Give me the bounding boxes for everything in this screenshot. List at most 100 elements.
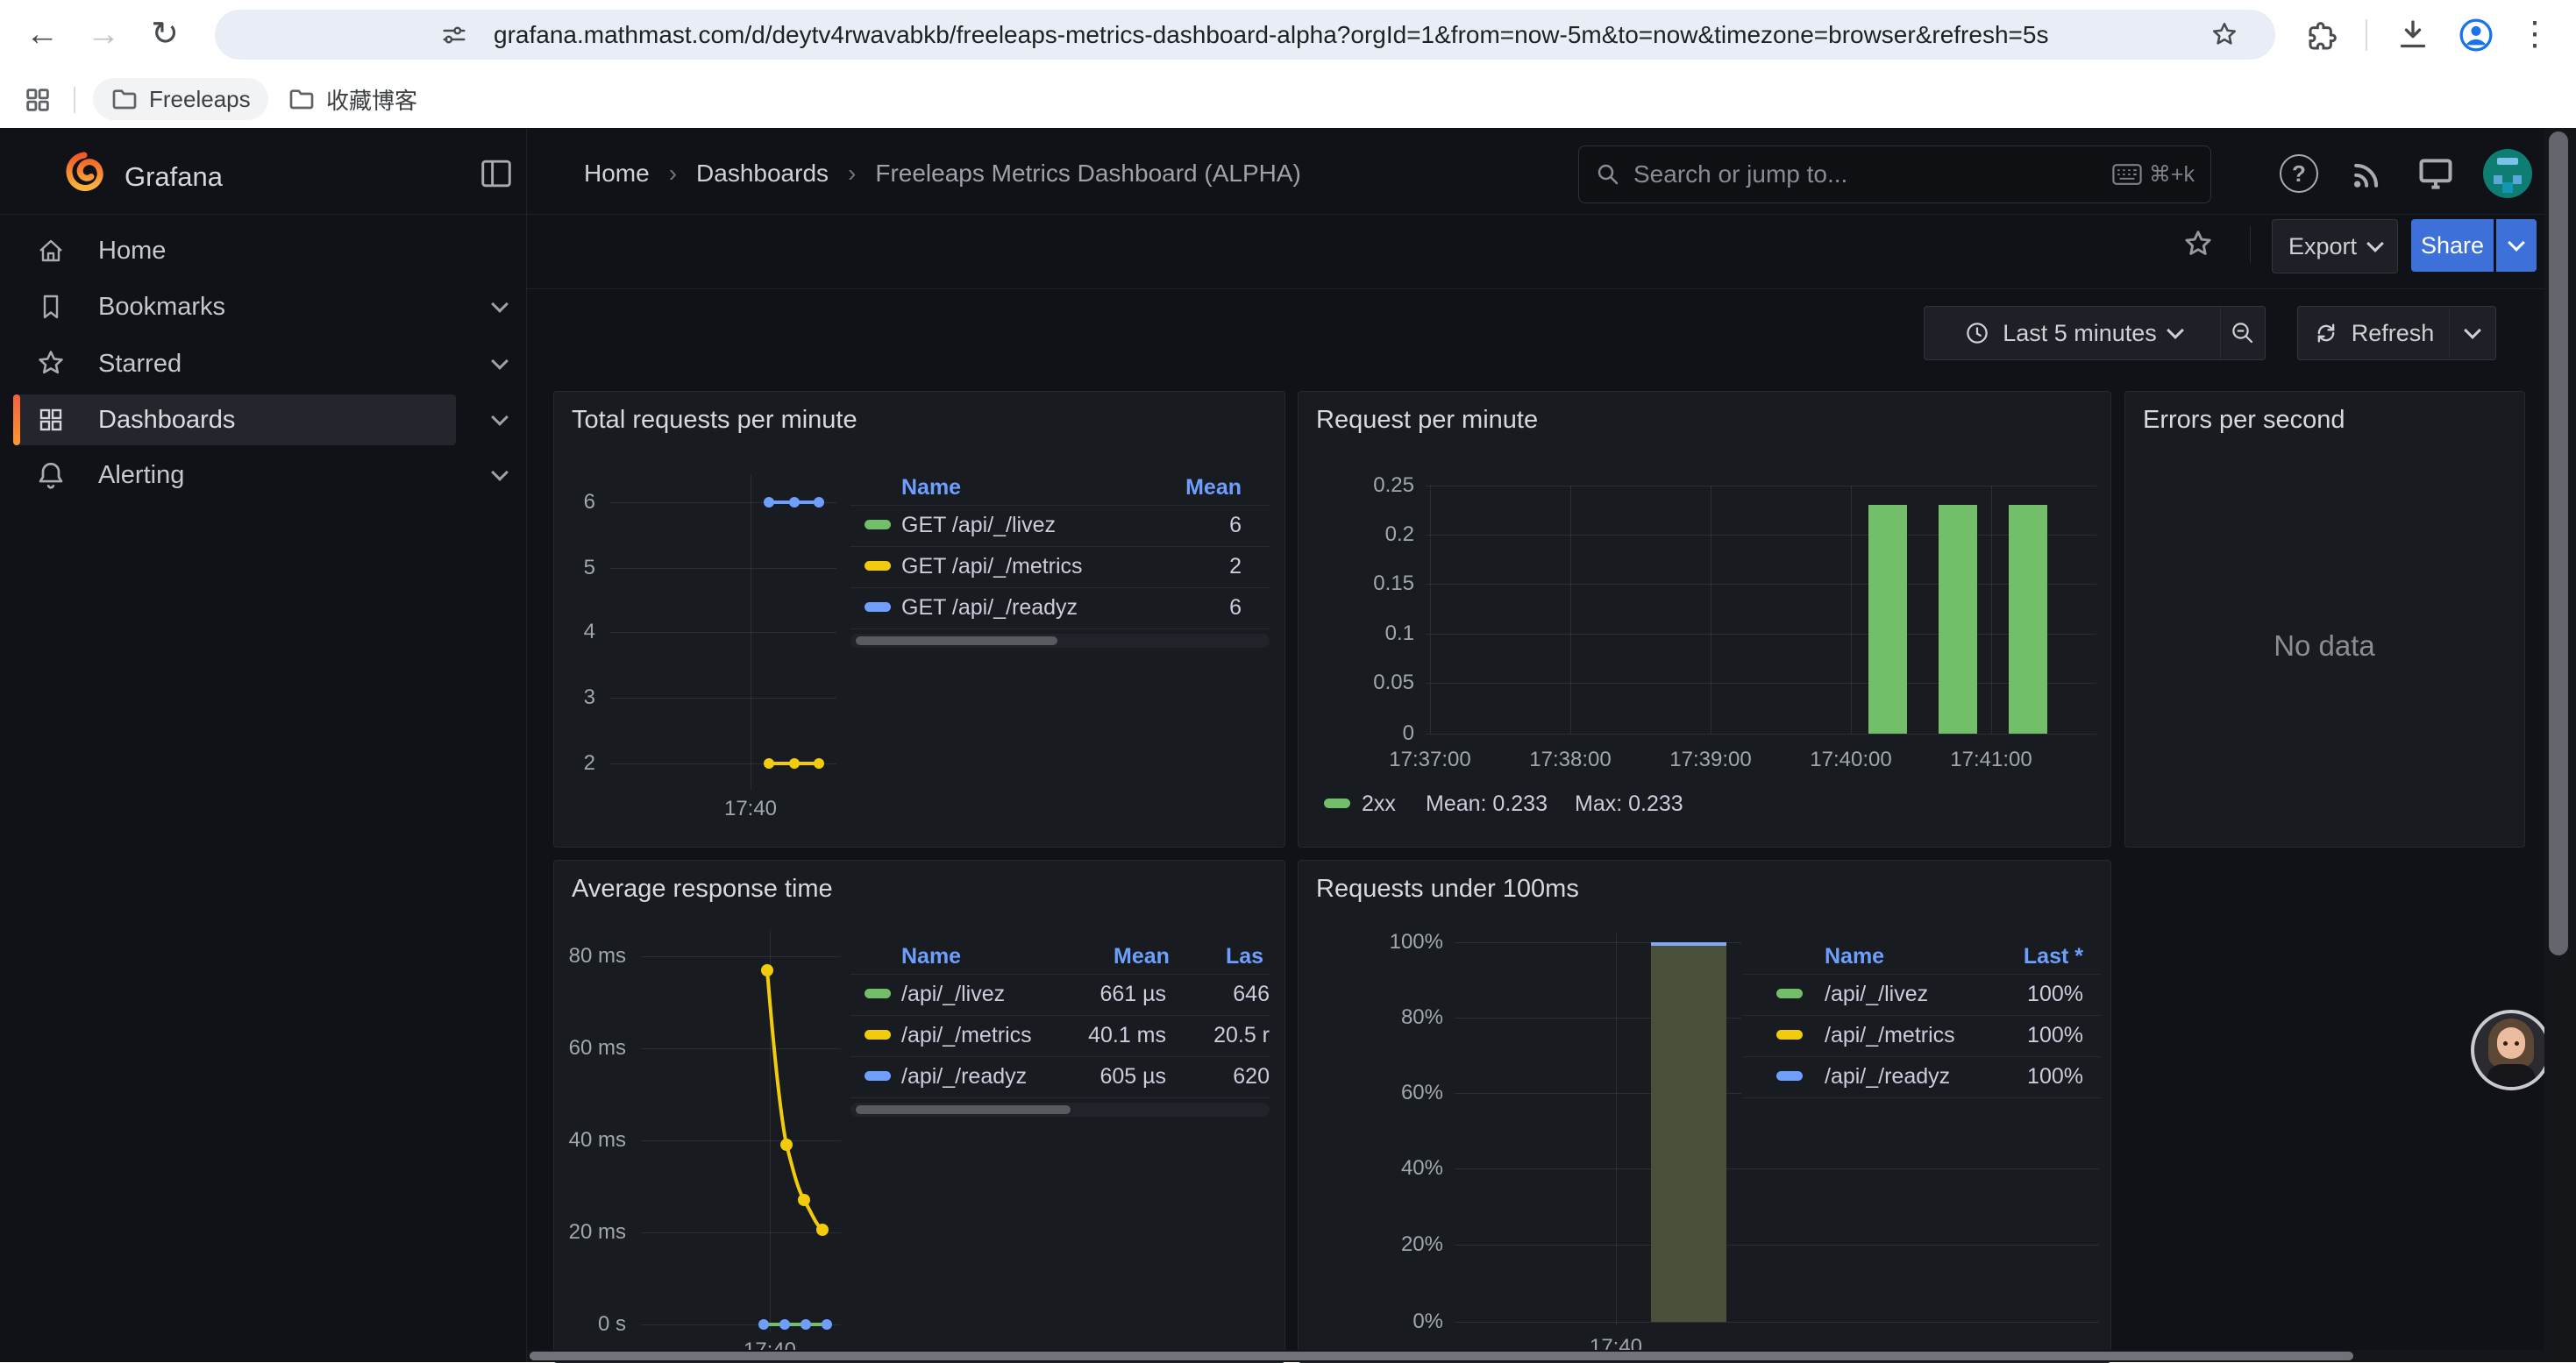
user-avatar[interactable]	[2483, 149, 2532, 198]
legend-row-label[interactable]: /api/_/readyz	[901, 1064, 1027, 1090]
legend-row-label[interactable]: /api/_/readyz	[1825, 1064, 1950, 1090]
series-swatch	[1776, 1071, 1803, 1081]
share-dropdown-button[interactable]	[2496, 219, 2537, 272]
y-tick: 100%	[1390, 930, 1443, 955]
refresh-interval-dropdown[interactable]	[2449, 306, 2496, 360]
favorite-star-icon[interactable]	[2181, 228, 2215, 261]
bell-icon	[35, 459, 67, 491]
legend-row-label[interactable]: /api/_/metrics	[901, 1023, 1032, 1048]
legend-row-label[interactable]: /api/_/livez	[901, 982, 1005, 1007]
panel-request-per-minute: Request per minute 0.25 0.2 0.15 0.1 0.0…	[1298, 391, 2111, 848]
bookmarks-separator	[74, 87, 75, 113]
panel-title[interactable]: Errors per second	[2143, 406, 2345, 435]
legend-scrollbar[interactable]	[850, 1103, 1270, 1117]
legend-scrollbar[interactable]	[850, 634, 1270, 648]
legend-row-value: 100%	[2027, 1023, 2083, 1048]
site-settings-icon[interactable]	[441, 22, 467, 48]
breadcrumb-dashboards[interactable]: Dashboards	[696, 160, 829, 188]
legend-row-label[interactable]: /api/_/livez	[1825, 982, 1928, 1007]
extensions-icon[interactable]	[2302, 18, 2337, 53]
legend-row-value: 2	[1229, 554, 1242, 579]
breadcrumb-home[interactable]: Home	[584, 160, 650, 188]
y-tick: 0.15	[1373, 571, 1414, 596]
time-range-picker[interactable]: Last 5 minutes	[1924, 306, 2222, 360]
folder-icon	[110, 85, 139, 113]
vertical-scrollbar[interactable]	[2544, 128, 2576, 1362]
breadcrumb-current: Freeleaps Metrics Dashboard (ALPHA)	[875, 160, 1301, 188]
sidebar-toggle-icon[interactable]	[480, 160, 512, 188]
toolbar-separator	[2366, 19, 2367, 51]
sidebar-divider	[526, 128, 527, 1362]
legend-series-label[interactable]: 2xx	[1362, 792, 1396, 817]
address-bar[interactable]: grafana.mathmast.com/d/deytv4rwavabkb/fr…	[215, 10, 2275, 60]
series-swatch	[865, 989, 891, 998]
sidebar-item-home[interactable]: Home	[13, 225, 456, 276]
sidebar-item-alerting[interactable]: Alerting	[13, 450, 456, 500]
legend-header-last[interactable]: Las	[1226, 944, 1263, 969]
export-button[interactable]: Export	[2272, 219, 2398, 273]
legend-header-name[interactable]: Name	[901, 475, 961, 500]
series-swatch	[865, 561, 891, 571]
legend-row-label[interactable]: GET /api/_/livez	[901, 513, 1056, 538]
refresh-icon	[2313, 320, 2339, 346]
y-tick: 0%	[1413, 1310, 1443, 1334]
refresh-button[interactable]: Refresh	[2297, 306, 2450, 360]
back-icon[interactable]: ←	[16, 0, 68, 69]
legend-header-name[interactable]: Name	[1825, 944, 1884, 969]
apps-grid-icon[interactable]	[23, 85, 53, 115]
profile-icon[interactable]	[2457, 16, 2495, 54]
actions-separator	[2250, 226, 2251, 263]
sidebar-item-dashboards[interactable]: Dashboards	[13, 394, 456, 445]
x-tick: 17:40:00	[1810, 748, 1891, 772]
chevron-down-icon[interactable]	[491, 408, 509, 426]
zoom-out-button[interactable]	[2220, 306, 2266, 360]
download-icon[interactable]	[2395, 18, 2430, 53]
search-shortcut: ⌘+k	[2149, 161, 2195, 188]
chevron-down-icon[interactable]	[491, 352, 509, 370]
legend-row-mean: 661 µs	[1078, 982, 1166, 1007]
chevron-down-icon	[2366, 235, 2384, 252]
browser-menu-icon[interactable]: ⋮	[2513, 0, 2557, 69]
chevron-down-icon	[2464, 322, 2481, 339]
kiosk-monitor-icon[interactable]	[2416, 154, 2455, 193]
legend-header-name[interactable]: Name	[901, 944, 961, 969]
zoom-out-icon	[2230, 320, 2256, 346]
share-button[interactable]: Share	[2411, 219, 2494, 272]
x-tick: 17:37:00	[1389, 748, 1470, 772]
chevron-down-icon[interactable]	[491, 295, 509, 313]
legend-header-mean[interactable]: Mean	[1185, 475, 1242, 500]
legend-header-mean[interactable]: Mean	[1114, 944, 1170, 969]
panel-title[interactable]: Requests under 100ms	[1316, 875, 1579, 904]
horizontal-scrollbar[interactable]	[527, 1350, 2544, 1362]
series-swatch	[865, 1071, 891, 1081]
series-swatch	[865, 602, 891, 612]
floating-assistant-avatar[interactable]	[2471, 1010, 2551, 1090]
reload-icon[interactable]: ↻	[139, 0, 191, 69]
search-input[interactable]: Search or jump to... ⌘+k	[1578, 146, 2211, 203]
legend-table: Name Last * /api/_/livez 100% /api/_/met…	[1743, 940, 2101, 1132]
legend-row-last: 620	[1192, 1064, 1270, 1090]
legend-row-label[interactable]: GET /api/_/metrics	[901, 554, 1083, 579]
breadcrumb: Home › Dashboards › Freeleaps Metrics Da…	[584, 160, 1301, 188]
forward-icon[interactable]: →	[77, 0, 130, 69]
panel-title[interactable]: Request per minute	[1316, 406, 1538, 435]
legend-max-stat: Max: 0.233	[1575, 792, 1683, 817]
help-icon[interactable]: ?	[2276, 151, 2322, 196]
grafana-brand: Grafana	[125, 161, 223, 193]
sidebar-item-bookmarks[interactable]: Bookmarks	[13, 281, 456, 332]
bookmark-star-icon[interactable]	[2210, 20, 2239, 50]
horizontal-scrollbar-thumb[interactable]	[530, 1352, 2353, 1360]
legend-row-label[interactable]: /api/_/metrics	[1825, 1023, 1955, 1048]
bookmark-label: Freeleaps	[149, 86, 251, 113]
legend-header-last[interactable]: Last *	[2024, 944, 2083, 969]
y-tick: 80%	[1401, 1005, 1443, 1030]
grafana-logo[interactable]	[63, 152, 105, 194]
bookmark-folder-blogs[interactable]: 收藏博客	[270, 78, 435, 120]
sidebar-item-starred[interactable]: Starred	[13, 338, 456, 389]
news-rss-icon[interactable]	[2348, 154, 2387, 193]
bar-under-100ms	[1651, 942, 1726, 1322]
bookmark-folder-freeleaps[interactable]: Freeleaps	[93, 78, 268, 120]
chevron-down-icon[interactable]	[491, 464, 509, 481]
legend-row-label[interactable]: GET /api/_/readyz	[901, 595, 1078, 621]
vertical-scrollbar-thumb[interactable]	[2549, 131, 2568, 955]
